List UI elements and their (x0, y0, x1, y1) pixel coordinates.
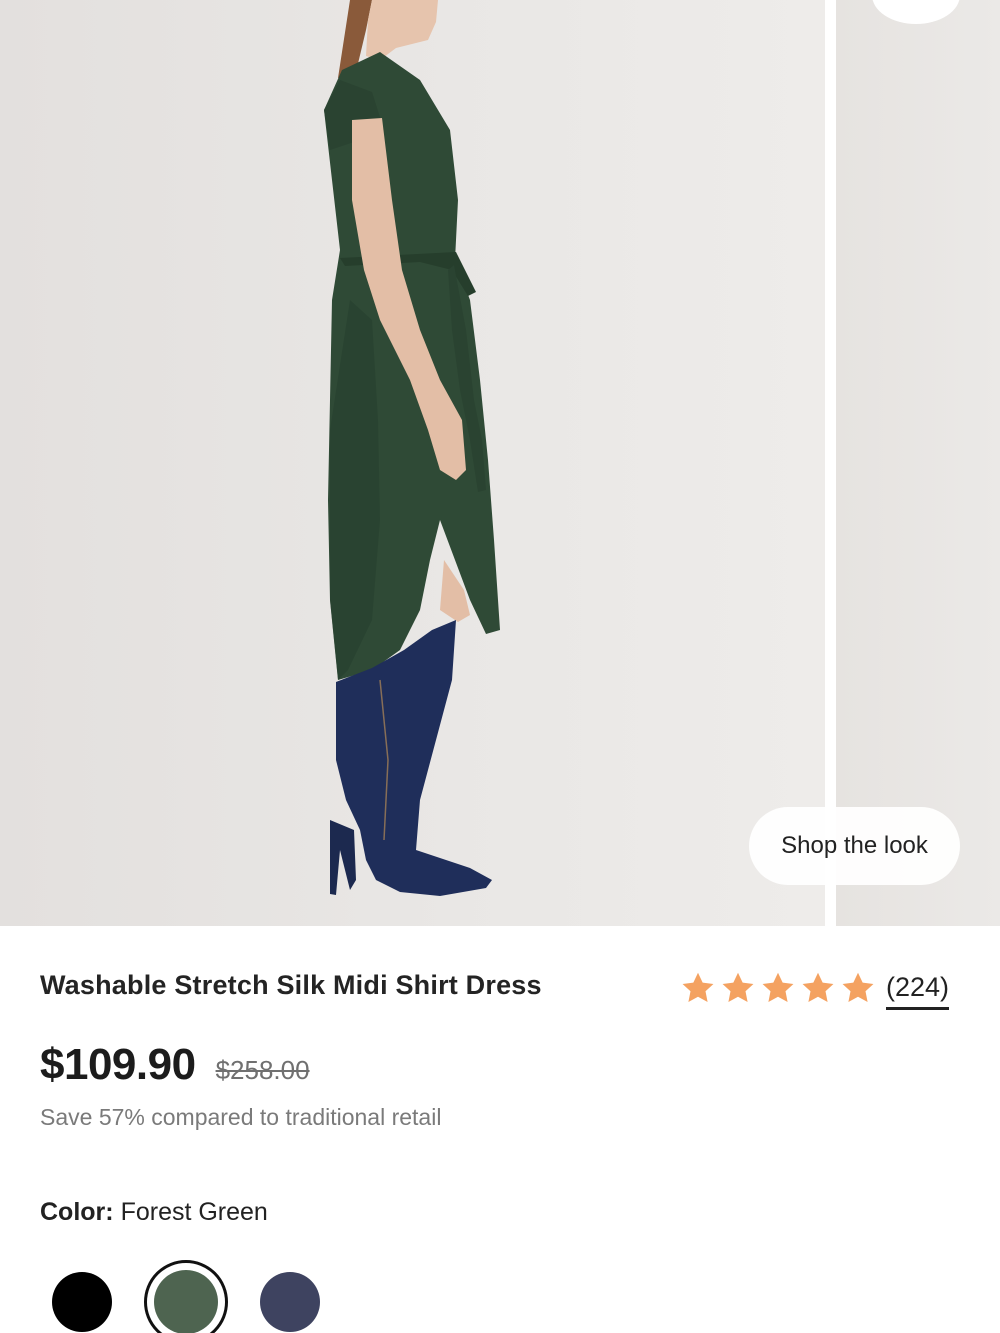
color-selection-label: Color: Forest Green (40, 1198, 268, 1227)
star-icon (762, 973, 794, 1003)
color-swatch-black[interactable] (52, 1272, 112, 1332)
color-swatch-forest-green-fill (154, 1270, 218, 1333)
star-icon (802, 973, 834, 1003)
sale-price: $109.90 (40, 1040, 196, 1089)
model-photo (324, 0, 500, 896)
color-selected-value: Forest Green (120, 1198, 268, 1226)
product-image-main[interactable] (0, 0, 825, 926)
star-icon (722, 973, 754, 1003)
star-icon (842, 973, 874, 1003)
price-row: $109.90 $258.00 (40, 1040, 310, 1090)
product-image-gallery[interactable]: Shop the look (0, 0, 1000, 926)
color-swatches (52, 1260, 352, 1333)
rating-stars[interactable] (680, 970, 876, 1006)
shop-the-look-button[interactable]: Shop the look (749, 807, 960, 885)
star-icon (682, 973, 714, 1003)
product-title: Washable Stretch Silk Midi Shirt Dress (40, 970, 542, 1000)
color-swatch-forest-green[interactable] (144, 1260, 228, 1333)
original-price: $258.00 (215, 1055, 310, 1085)
color-swatch-navy[interactable] (260, 1272, 320, 1332)
product-rating[interactable]: (224) (680, 970, 950, 1010)
savings-text: Save 57% compared to traditional retail (40, 1104, 442, 1130)
product-image-next-preview[interactable] (836, 0, 1000, 926)
color-label-key: Color: (40, 1198, 114, 1226)
review-count-link[interactable]: (224) (886, 972, 950, 1010)
